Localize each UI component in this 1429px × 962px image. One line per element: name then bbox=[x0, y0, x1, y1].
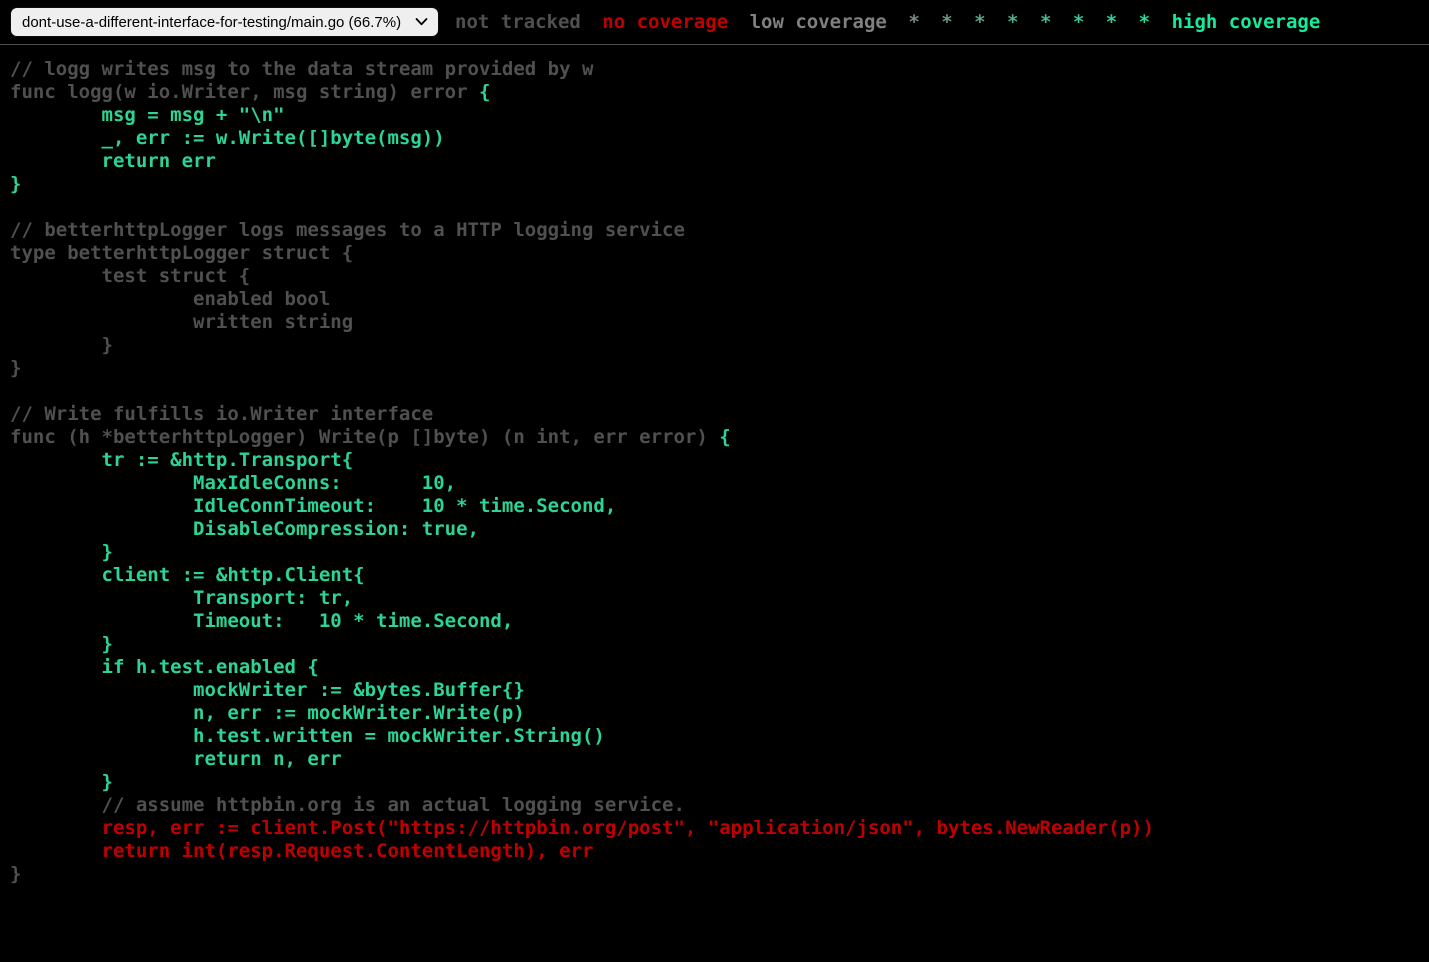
code-segment: // logg writes msg to the data stream pr… bbox=[10, 58, 593, 80]
code-segment: func logg(w io.Writer, msg string) error bbox=[10, 81, 479, 103]
code-segment: } bbox=[10, 173, 21, 195]
code-segment: msg = msg + "\n" bbox=[10, 104, 285, 126]
source-code: // logg writes msg to the data stream pr… bbox=[10, 58, 1429, 886]
content: // logg writes msg to the data stream pr… bbox=[0, 58, 1429, 886]
legend-item-cov9: * bbox=[1139, 11, 1150, 33]
code-segment: h.test.written = mockWriter.String() bbox=[10, 725, 605, 747]
code-segment: test struct { bbox=[10, 265, 250, 287]
file-select[interactable]: dont-use-a-different-interface-for-testi… bbox=[10, 7, 439, 37]
legend-item-cov8: * bbox=[1106, 11, 1117, 33]
code-segment: } bbox=[10, 863, 21, 885]
code-segment: client := &http.Client{ bbox=[10, 564, 365, 586]
code-segment: DisableCompression: true, bbox=[10, 518, 479, 540]
code-segment: return err bbox=[10, 150, 216, 172]
code-segment: } bbox=[10, 357, 21, 379]
code-segment: if h.test.enabled { bbox=[10, 656, 319, 678]
file-select-wrap: dont-use-a-different-interface-for-testi… bbox=[10, 7, 439, 37]
code-segment: { bbox=[719, 426, 730, 448]
code-segment: written string bbox=[10, 311, 353, 333]
legend-item-cov10: high coverage bbox=[1172, 11, 1321, 33]
code-segment: { bbox=[479, 81, 490, 103]
code-segment: // assume httpbin.org is an actual loggi… bbox=[10, 794, 685, 816]
code-segment: mockWriter := &bytes.Buffer{} bbox=[10, 679, 525, 701]
code-segment: enabled bool bbox=[10, 288, 330, 310]
code-segment: } bbox=[10, 334, 113, 356]
code-segment: return n, err bbox=[10, 748, 342, 770]
legend-item-cov7: * bbox=[1073, 11, 1084, 33]
code-segment: } bbox=[10, 771, 113, 793]
code-segment: Transport: tr, bbox=[10, 587, 353, 609]
legend-item-cov3: * bbox=[941, 11, 952, 33]
legend-item-ntrack: not tracked bbox=[455, 11, 581, 33]
legend-item-cov4: * bbox=[974, 11, 985, 33]
code-segment: } bbox=[10, 633, 113, 655]
code-segment: IdleConnTimeout: 10 * time.Second, bbox=[10, 495, 616, 517]
code-segment: tr := &http.Transport{ bbox=[10, 449, 353, 471]
code-segment: } bbox=[10, 541, 113, 563]
code-segment: Timeout: 10 * time.Second, bbox=[10, 610, 513, 632]
code-segment: n, err := mockWriter.Write(p) bbox=[10, 702, 525, 724]
code-segment: _, err := w.Write([]byte(msg)) bbox=[10, 127, 445, 149]
code-segment: MaxIdleConns: 10, bbox=[10, 472, 456, 494]
coverage-legend: not tracked no coverage low coverage * *… bbox=[450, 11, 1325, 34]
legend-item-cov1: low coverage bbox=[750, 11, 887, 33]
topbar: dont-use-a-different-interface-for-testi… bbox=[0, 0, 1429, 45]
legend-item-cov5: * bbox=[1007, 11, 1018, 33]
code-segment: // betterhttpLogger logs messages to a H… bbox=[10, 219, 685, 241]
code-segment: // Write fulfills io.Writer interface bbox=[10, 403, 433, 425]
code-segment: resp, err := client.Post("https://httpbi… bbox=[10, 817, 1154, 839]
legend-item-cov6: * bbox=[1040, 11, 1051, 33]
code-segment: return int(resp.Request.ContentLength), … bbox=[10, 840, 593, 862]
code-segment: func (h *betterhttpLogger) Write(p []byt… bbox=[10, 426, 719, 448]
code-segment: type betterhttpLogger struct { bbox=[10, 242, 353, 264]
legend-item-cov2: * bbox=[908, 11, 919, 33]
legend-item-cov0: no coverage bbox=[602, 11, 728, 33]
